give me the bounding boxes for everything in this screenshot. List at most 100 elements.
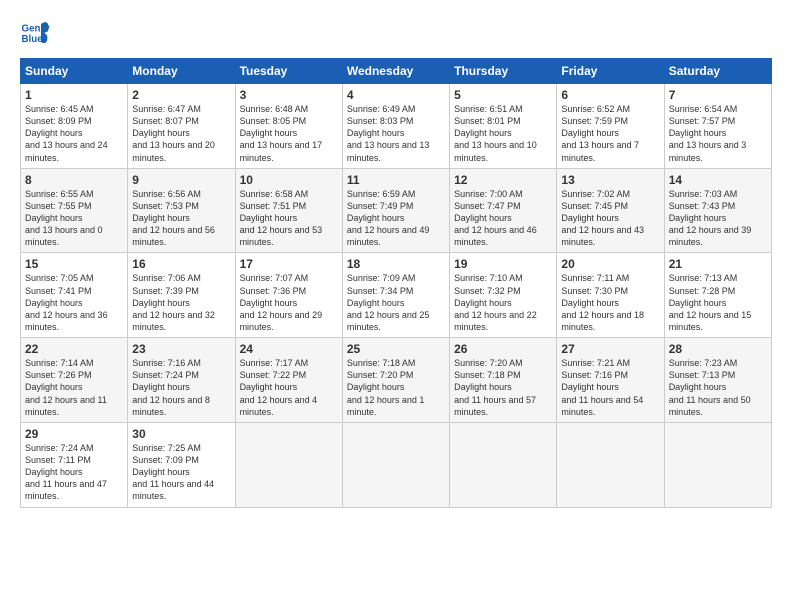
day-number: 2 bbox=[132, 88, 230, 102]
day-info: Sunrise: 7:03 AM Sunset: 7:43 PM Dayligh… bbox=[669, 188, 767, 249]
day-info: Sunrise: 7:05 AM Sunset: 7:41 PM Dayligh… bbox=[25, 272, 123, 333]
day-number: 5 bbox=[454, 88, 552, 102]
day-info: Sunrise: 6:51 AM Sunset: 8:01 PM Dayligh… bbox=[454, 103, 552, 164]
calendar-cell: 19 Sunrise: 7:10 AM Sunset: 7:32 PM Dayl… bbox=[450, 253, 557, 338]
calendar-row: 29 Sunrise: 7:24 AM Sunset: 7:11 PM Dayl… bbox=[21, 422, 772, 507]
day-number: 29 bbox=[25, 427, 123, 441]
calendar-cell: 20 Sunrise: 7:11 AM Sunset: 7:30 PM Dayl… bbox=[557, 253, 664, 338]
weekday-header-tuesday: Tuesday bbox=[235, 59, 342, 84]
day-number: 10 bbox=[240, 173, 338, 187]
calendar-table: SundayMondayTuesdayWednesdayThursdayFrid… bbox=[20, 58, 772, 508]
day-number: 23 bbox=[132, 342, 230, 356]
header: General Blue bbox=[20, 18, 772, 48]
calendar-cell: 4 Sunrise: 6:49 AM Sunset: 8:03 PM Dayli… bbox=[342, 84, 449, 169]
day-number: 1 bbox=[25, 88, 123, 102]
calendar-cell: 18 Sunrise: 7:09 AM Sunset: 7:34 PM Dayl… bbox=[342, 253, 449, 338]
day-number: 3 bbox=[240, 88, 338, 102]
day-number: 14 bbox=[669, 173, 767, 187]
svg-text:Blue: Blue bbox=[22, 34, 44, 45]
day-info: Sunrise: 7:14 AM Sunset: 7:26 PM Dayligh… bbox=[25, 357, 123, 418]
day-info: Sunrise: 7:24 AM Sunset: 7:11 PM Dayligh… bbox=[25, 442, 123, 503]
weekday-header-row: SundayMondayTuesdayWednesdayThursdayFrid… bbox=[21, 59, 772, 84]
weekday-header-monday: Monday bbox=[128, 59, 235, 84]
calendar-cell: 30 Sunrise: 7:25 AM Sunset: 7:09 PM Dayl… bbox=[128, 422, 235, 507]
day-info: Sunrise: 6:56 AM Sunset: 7:53 PM Dayligh… bbox=[132, 188, 230, 249]
day-number: 4 bbox=[347, 88, 445, 102]
calendar-row: 22 Sunrise: 7:14 AM Sunset: 7:26 PM Dayl… bbox=[21, 338, 772, 423]
day-number: 12 bbox=[454, 173, 552, 187]
day-number: 16 bbox=[132, 257, 230, 271]
calendar-cell: 2 Sunrise: 6:47 AM Sunset: 8:07 PM Dayli… bbox=[128, 84, 235, 169]
day-info: Sunrise: 7:07 AM Sunset: 7:36 PM Dayligh… bbox=[240, 272, 338, 333]
calendar-cell: 5 Sunrise: 6:51 AM Sunset: 8:01 PM Dayli… bbox=[450, 84, 557, 169]
day-number: 6 bbox=[561, 88, 659, 102]
day-number: 26 bbox=[454, 342, 552, 356]
day-info: Sunrise: 6:49 AM Sunset: 8:03 PM Dayligh… bbox=[347, 103, 445, 164]
day-info: Sunrise: 7:13 AM Sunset: 7:28 PM Dayligh… bbox=[669, 272, 767, 333]
day-number: 21 bbox=[669, 257, 767, 271]
day-number: 20 bbox=[561, 257, 659, 271]
calendar-cell bbox=[342, 422, 449, 507]
day-number: 15 bbox=[25, 257, 123, 271]
calendar-cell bbox=[557, 422, 664, 507]
calendar-cell bbox=[235, 422, 342, 507]
calendar-cell: 14 Sunrise: 7:03 AM Sunset: 7:43 PM Dayl… bbox=[664, 168, 771, 253]
day-number: 28 bbox=[669, 342, 767, 356]
day-info: Sunrise: 7:23 AM Sunset: 7:13 PM Dayligh… bbox=[669, 357, 767, 418]
day-info: Sunrise: 7:25 AM Sunset: 7:09 PM Dayligh… bbox=[132, 442, 230, 503]
day-info: Sunrise: 7:16 AM Sunset: 7:24 PM Dayligh… bbox=[132, 357, 230, 418]
calendar-cell: 17 Sunrise: 7:07 AM Sunset: 7:36 PM Dayl… bbox=[235, 253, 342, 338]
day-number: 25 bbox=[347, 342, 445, 356]
day-number: 18 bbox=[347, 257, 445, 271]
calendar-cell: 7 Sunrise: 6:54 AM Sunset: 7:57 PM Dayli… bbox=[664, 84, 771, 169]
weekday-header-saturday: Saturday bbox=[664, 59, 771, 84]
calendar-cell: 16 Sunrise: 7:06 AM Sunset: 7:39 PM Dayl… bbox=[128, 253, 235, 338]
calendar-cell bbox=[664, 422, 771, 507]
calendar-cell: 28 Sunrise: 7:23 AM Sunset: 7:13 PM Dayl… bbox=[664, 338, 771, 423]
day-info: Sunrise: 6:58 AM Sunset: 7:51 PM Dayligh… bbox=[240, 188, 338, 249]
weekday-header-wednesday: Wednesday bbox=[342, 59, 449, 84]
weekday-header-thursday: Thursday bbox=[450, 59, 557, 84]
calendar-cell: 21 Sunrise: 7:13 AM Sunset: 7:28 PM Dayl… bbox=[664, 253, 771, 338]
calendar-row: 15 Sunrise: 7:05 AM Sunset: 7:41 PM Dayl… bbox=[21, 253, 772, 338]
day-info: Sunrise: 6:59 AM Sunset: 7:49 PM Dayligh… bbox=[347, 188, 445, 249]
day-number: 11 bbox=[347, 173, 445, 187]
calendar-cell: 15 Sunrise: 7:05 AM Sunset: 7:41 PM Dayl… bbox=[21, 253, 128, 338]
calendar-cell: 26 Sunrise: 7:20 AM Sunset: 7:18 PM Dayl… bbox=[450, 338, 557, 423]
calendar-cell: 11 Sunrise: 6:59 AM Sunset: 7:49 PM Dayl… bbox=[342, 168, 449, 253]
calendar-cell: 23 Sunrise: 7:16 AM Sunset: 7:24 PM Dayl… bbox=[128, 338, 235, 423]
logo-icon: General Blue bbox=[20, 18, 50, 48]
day-number: 24 bbox=[240, 342, 338, 356]
day-number: 9 bbox=[132, 173, 230, 187]
calendar-row: 8 Sunrise: 6:55 AM Sunset: 7:55 PM Dayli… bbox=[21, 168, 772, 253]
day-info: Sunrise: 7:18 AM Sunset: 7:20 PM Dayligh… bbox=[347, 357, 445, 418]
calendar-row: 1 Sunrise: 6:45 AM Sunset: 8:09 PM Dayli… bbox=[21, 84, 772, 169]
day-info: Sunrise: 6:48 AM Sunset: 8:05 PM Dayligh… bbox=[240, 103, 338, 164]
calendar-cell: 13 Sunrise: 7:02 AM Sunset: 7:45 PM Dayl… bbox=[557, 168, 664, 253]
calendar-cell: 8 Sunrise: 6:55 AM Sunset: 7:55 PM Dayli… bbox=[21, 168, 128, 253]
day-number: 13 bbox=[561, 173, 659, 187]
calendar-body: 1 Sunrise: 6:45 AM Sunset: 8:09 PM Dayli… bbox=[21, 84, 772, 508]
day-info: Sunrise: 7:20 AM Sunset: 7:18 PM Dayligh… bbox=[454, 357, 552, 418]
calendar-cell: 10 Sunrise: 6:58 AM Sunset: 7:51 PM Dayl… bbox=[235, 168, 342, 253]
calendar-cell: 12 Sunrise: 7:00 AM Sunset: 7:47 PM Dayl… bbox=[450, 168, 557, 253]
day-info: Sunrise: 6:45 AM Sunset: 8:09 PM Dayligh… bbox=[25, 103, 123, 164]
calendar-cell: 27 Sunrise: 7:21 AM Sunset: 7:16 PM Dayl… bbox=[557, 338, 664, 423]
weekday-header-sunday: Sunday bbox=[21, 59, 128, 84]
day-number: 27 bbox=[561, 342, 659, 356]
day-number: 22 bbox=[25, 342, 123, 356]
day-number: 17 bbox=[240, 257, 338, 271]
day-info: Sunrise: 7:02 AM Sunset: 7:45 PM Dayligh… bbox=[561, 188, 659, 249]
day-number: 7 bbox=[669, 88, 767, 102]
day-info: Sunrise: 7:17 AM Sunset: 7:22 PM Dayligh… bbox=[240, 357, 338, 418]
calendar-cell bbox=[450, 422, 557, 507]
day-info: Sunrise: 7:10 AM Sunset: 7:32 PM Dayligh… bbox=[454, 272, 552, 333]
calendar-cell: 25 Sunrise: 7:18 AM Sunset: 7:20 PM Dayl… bbox=[342, 338, 449, 423]
logo: General Blue bbox=[20, 18, 54, 48]
day-info: Sunrise: 6:54 AM Sunset: 7:57 PM Dayligh… bbox=[669, 103, 767, 164]
calendar-header: SundayMondayTuesdayWednesdayThursdayFrid… bbox=[21, 59, 772, 84]
day-info: Sunrise: 7:06 AM Sunset: 7:39 PM Dayligh… bbox=[132, 272, 230, 333]
calendar-cell: 29 Sunrise: 7:24 AM Sunset: 7:11 PM Dayl… bbox=[21, 422, 128, 507]
calendar-cell: 6 Sunrise: 6:52 AM Sunset: 7:59 PM Dayli… bbox=[557, 84, 664, 169]
day-number: 19 bbox=[454, 257, 552, 271]
